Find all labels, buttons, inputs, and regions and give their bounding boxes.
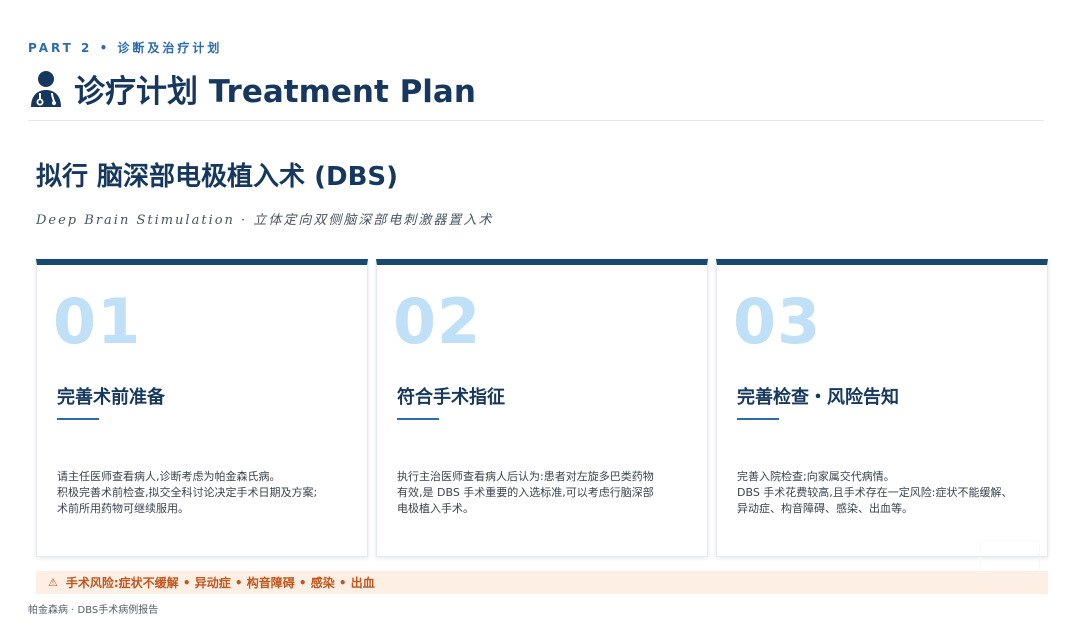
plan-subtitle: Deep Brain Stimulation · 立体定向双侧脑深部电刺激器置入… [36, 213, 494, 228]
risk-banner: ⚠ 手术风险:症状不缓解 • 异动症 • 构音障碍 • 感染 • 出血 [36, 571, 1048, 594]
page-title: 诊疗计划 Treatment Plan [74, 74, 476, 110]
plan-title: 拟行 脑深部电极植入术 (DBS) [36, 162, 398, 192]
step-number: 02 [393, 285, 482, 358]
step-title: 完善术前准备 [57, 387, 165, 408]
page-header: 诊疗计划 Treatment Plan [28, 66, 476, 111]
step-number: 01 [53, 285, 142, 358]
description-line: 电极植入手术。 [397, 502, 474, 515]
header-divider [28, 120, 1044, 121]
warning-icon: ⚠ [48, 576, 58, 589]
risk-text: 手术风险:症状不缓解 • 异动症 • 构音障碍 • 感染 • 出血 [65, 576, 375, 590]
footer-caption: 帕金森病 · DBS手术病例报告 [28, 605, 159, 616]
step-title: 符合手术指征 [397, 387, 505, 408]
description-line: 异动症、构音障碍、感染、出血等。 [737, 502, 913, 515]
step-title: 完善检查・风险告知 [737, 387, 899, 408]
description-line: DBS 手术花费较高,且手术存在一定风险:症状不能缓解、 [737, 486, 1013, 499]
title-underline [57, 418, 99, 420]
description-line: 完善入院检查;向家属交代病情。 [737, 470, 895, 483]
step-card-3: 03 完善检查・风险告知 完善入院检查;向家属交代病情。 DBS 手术花费较高,… [716, 259, 1048, 557]
description-line: 术前所用药物可继续服用。 [57, 502, 189, 515]
description-line: 请主任医师查看病人,诊断考虑为帕金森氏病。 [57, 470, 281, 483]
title-underline [737, 418, 779, 420]
step-description: 请主任医师查看病人,诊断考虑为帕金森氏病。 积极完善术前检查,拟交全科讨论决定手… [57, 469, 357, 517]
step-number: 03 [733, 285, 822, 358]
description-line: 有效,是 DBS 手术重要的入选标准,可以考虑行脑深部 [397, 486, 654, 499]
description-line: 积极完善术前检查,拟交全科讨论决定手术日期及方案; [57, 486, 318, 499]
step-card-1: 01 完善术前准备 请主任医师查看病人,诊断考虑为帕金森氏病。 积极完善术前检查… [36, 259, 368, 557]
section-label: PART 2 • 诊断及治疗计划 [28, 41, 223, 55]
title-underline [397, 418, 439, 420]
step-description: 执行主治医师查看病人后认为:患者对左旋多巴类药物 有效,是 DBS 手术重要的入… [397, 469, 697, 517]
description-line: 执行主治医师查看病人后认为:患者对左旋多巴类药物 [397, 470, 654, 483]
step-card-2: 02 符合手术指征 执行主治医师查看病人后认为:患者对左旋多巴类药物 有效,是 … [376, 259, 708, 557]
watermark [980, 540, 1040, 580]
step-description: 完善入院检查;向家属交代病情。 DBS 手术花费较高,且手术存在一定风险:症状不… [737, 469, 1037, 517]
doctor-icon [31, 70, 61, 107]
